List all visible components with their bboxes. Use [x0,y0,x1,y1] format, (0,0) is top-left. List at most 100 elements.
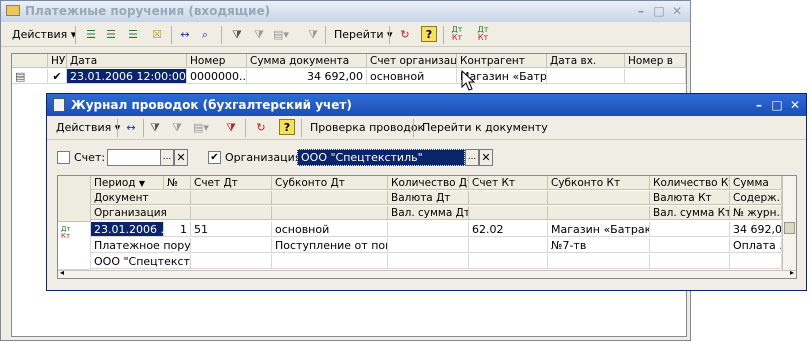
close-icon[interactable]: ✕ [788,98,802,112]
filter-off-icon[interactable]: ⧩ [223,120,239,136]
document-header[interactable]: Документ [91,191,191,205]
num-header[interactable]: № [164,176,191,190]
refresh-icon[interactable]: ↻ [253,120,269,136]
qty-kt-header[interactable]: Количество Кт [650,176,730,190]
subconto-dt-cell-1[interactable]: основной [272,222,388,237]
interval-icon[interactable]: ↔ [123,120,139,136]
column-header[interactable] [12,54,48,68]
qty-dt-header[interactable]: Количество Дт [388,176,469,190]
filter-list-icon[interactable]: ▤▾ [193,120,209,136]
dt-kt-icon[interactable]: Дт Кт [449,26,465,42]
column-header[interactable]: Сумма документа [247,54,367,68]
filter-selected-icon[interactable]: ⧩ [169,120,185,136]
column-header[interactable]: Контрагент [457,54,547,68]
actions-menu-button[interactable]: Действия ▾ [51,118,125,138]
find-icon[interactable]: ⌕ [197,27,213,43]
organization-clear-button[interactable]: ✕ [479,149,493,166]
help-icon[interactable]: ? [421,26,437,42]
copy-row-icon[interactable]: ☰ [103,27,119,43]
content-cell[interactable]: Оплата ... [730,238,782,253]
column-header[interactable]: Номер [187,54,247,68]
edit-row-icon[interactable]: ☰ [125,27,141,43]
acc-dt-header[interactable]: Счет Дт [191,176,272,190]
payment-orders-title-bar[interactable]: Платежные поручения (входящие) – □ ✕ [1,1,690,22]
organization-select-button[interactable]: ... [465,149,479,166]
table-row[interactable]: ▤ ✔ 23.01.2006 12:00:00 0000000... 34 69… [12,69,686,85]
close-icon[interactable]: ✕ [670,4,684,18]
table-row[interactable]: Дт Кт 23.01.2006 ... 1 51 основной 62.02 … [58,222,782,270]
acc-kt-cell[interactable]: 62.02 [469,222,548,237]
delete-mark-icon[interactable]: ☒ [149,27,165,43]
organization-header[interactable]: Организация [91,206,191,220]
incoming-date-cell[interactable] [547,69,625,84]
document-cell[interactable]: Платежное поруч... [91,238,191,253]
period-cell[interactable]: 23.01.2006 ... [91,222,164,237]
scroll-thumb[interactable] [784,222,795,234]
date-cell[interactable]: 23.01.2006 12:00:00 [67,69,187,84]
qty-dt-cell[interactable] [388,222,469,237]
account-checkbox[interactable] [57,151,70,164]
scroll-right-icon[interactable]: ▸ [790,268,794,277]
period-header[interactable]: Период ▼ [91,176,164,190]
cur-sum-kt-cell[interactable] [650,254,730,269]
cur-sum-dt-cell[interactable] [388,254,469,269]
interval-icon[interactable]: ↔ [177,27,193,43]
cur-kt-header[interactable]: Валюта Кт [650,191,730,205]
cur-dt-header[interactable]: Валюта Дт [388,191,469,205]
account-select-button[interactable]: ... [160,149,174,166]
organization-cell[interactable]: ООО "Спецтекст... [91,254,191,269]
cur-kt-cell[interactable] [650,238,730,253]
refresh-icon[interactable]: ↻ [397,27,413,43]
incoming-number-cell[interactable] [625,69,686,84]
subconto-kt-cell-1[interactable]: Магазин «Батрак» [548,222,650,237]
account-cell[interactable]: основной [367,69,457,84]
actions-menu-button[interactable]: Действия ▾ [7,25,81,45]
subconto-dt-cell-2[interactable]: Поступление от пок... [272,238,388,253]
horizontal-scrollbar[interactable]: ◂ ▸ [58,268,796,278]
journal-no-cell[interactable] [730,254,782,269]
dt-kt-h-icon[interactable]: Дт Кт [475,26,491,42]
acc-dt-cell[interactable]: 51 [191,222,272,237]
organization-input[interactable]: ООО "Спецтекстиль" [297,149,465,166]
column-header[interactable]: НУ [48,54,67,68]
cur-dt-cell[interactable] [388,238,469,253]
column-header[interactable]: Дата вх. [547,54,625,68]
filter-list-icon[interactable]: ▤▾ [273,27,289,43]
minimize-icon[interactable]: – [634,4,648,18]
sum-header[interactable]: Сумма [730,176,782,190]
qty-kt-cell[interactable] [650,222,730,237]
goto-menu-button[interactable]: Перейти ▾ [329,25,398,45]
filter-icon[interactable]: ⧩ [147,120,163,136]
cur-sum-kt-header[interactable]: Вал. сумма Кт [650,206,730,220]
ledger-postings-title-bar[interactable]: Журнал проводок (бухгалтерский учет) – □… [47,94,806,116]
number-cell[interactable]: 0000000... [187,69,247,84]
account-clear-button[interactable]: ✕ [174,149,188,166]
scroll-left-icon[interactable]: ◂ [60,268,64,277]
sum-cell[interactable]: 34 692,00 [247,69,367,84]
acc-kt-header[interactable]: Счет Кт [469,176,548,190]
filter-selected-icon[interactable]: ⧩ [251,27,267,43]
filter-icon[interactable]: ⧩ [229,27,245,43]
num-cell[interactable]: 1 [164,222,191,237]
subconto-kt-cell-2[interactable]: №7-тв [548,238,650,253]
check-postings-button[interactable]: Проверка проводок [305,118,429,138]
maximize-icon[interactable]: □ [770,98,784,112]
vertical-scrollbar[interactable] [782,176,796,270]
ledger-postings-table[interactable]: Период ▼ № Счет Дт Субконто Дт Количеств… [57,175,797,279]
column-header[interactable]: Счет организац... [367,54,457,68]
add-row-icon[interactable]: ☰ [83,27,99,43]
account-input[interactable] [107,149,161,166]
cur-sum-dt-header[interactable]: Вал. сумма Дт [388,206,469,220]
filter-off-icon[interactable]: ⧩ [305,27,321,43]
subconto-kt-header[interactable]: Субконто Кт [548,176,650,190]
column-header[interactable]: Номер в [625,54,686,68]
goto-document-button[interactable]: Перейти к документу [417,118,553,138]
organization-checkbox[interactable]: ✔ [208,151,221,164]
help-icon[interactable]: ? [279,119,295,135]
sum-cell[interactable]: 34 692,00 [730,222,782,237]
maximize-icon[interactable]: □ [652,4,666,18]
column-header[interactable]: Дата [67,54,187,68]
subconto-dt-header[interactable]: Субконто Дт [272,176,388,190]
minimize-icon[interactable]: – [752,98,766,112]
journal-no-header[interactable]: № журн... [730,206,782,220]
